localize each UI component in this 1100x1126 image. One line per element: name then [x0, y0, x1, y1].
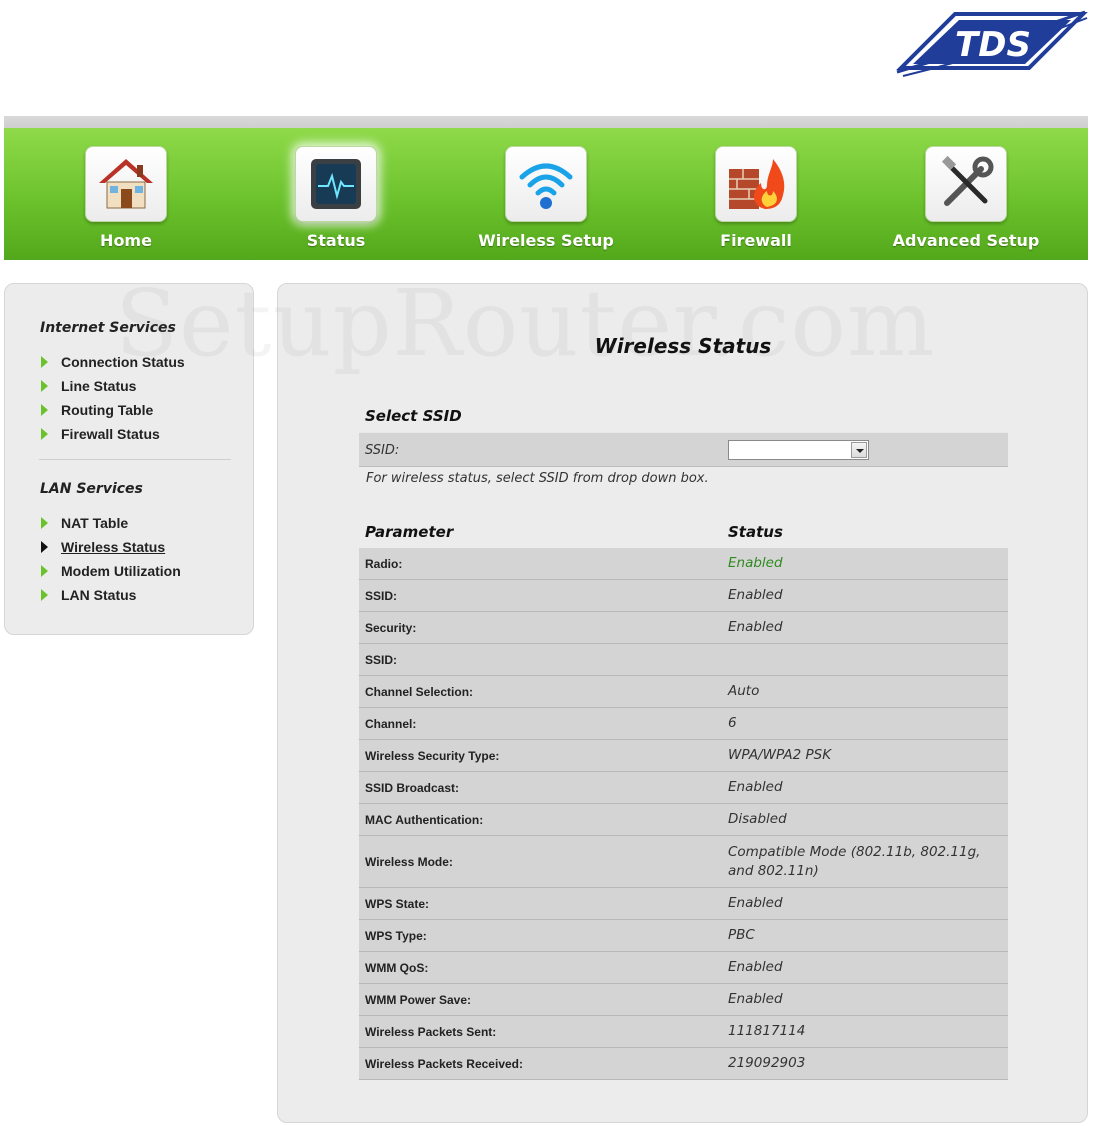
arrow-icon [41, 541, 48, 553]
param-value [722, 643, 1008, 676]
param-value: Enabled [722, 579, 1008, 612]
arrow-icon [41, 517, 48, 529]
table-row: Radio: Enabled [359, 547, 1008, 580]
sidebar-item-firewall-status[interactable]: Firewall Status [41, 422, 185, 446]
arrow-icon [41, 404, 48, 416]
ssid-hint: For wireless status, select SSID from dr… [366, 471, 709, 486]
sidebar-item-line-status[interactable]: Line Status [41, 374, 185, 398]
arrow-icon [41, 380, 48, 392]
sidebar-item-routing-table[interactable]: Routing Table [41, 398, 185, 422]
nav-firewall-label: Firewall [720, 231, 792, 250]
sidebar-divider [39, 459, 231, 460]
param-label: Wireless Packets Received: [359, 1047, 722, 1080]
logo-text: TDS [955, 25, 1031, 65]
param-value: Enabled [722, 983, 1008, 1016]
wifi-icon [505, 146, 587, 222]
param-label: SSID Broadcast: [359, 771, 722, 804]
table-row: Wireless Security Type: WPA/WPA2 PSK [359, 739, 1008, 772]
param-label: WMM Power Save: [359, 983, 722, 1016]
nav-wireless-setup[interactable]: Wireless Setup [456, 128, 636, 260]
ssid-label: SSID: [365, 443, 400, 458]
wireless-status-table: Radio: Enabled SSID: Enabled Security: Enab… [359, 547, 1008, 1080]
arrow-icon [41, 589, 48, 601]
param-value: Disabled [722, 803, 1008, 836]
nav-status[interactable]: Status [246, 128, 426, 260]
table-row: SSID: [359, 643, 1008, 676]
table-row: WPS Type: PBC [359, 919, 1008, 952]
param-value: Enabled [722, 951, 1008, 984]
navbar-top-strip [4, 116, 1088, 128]
param-label: SSID: [359, 579, 722, 612]
param-label: Channel Selection: [359, 675, 722, 708]
param-value: 6 [722, 707, 1008, 740]
table-row: Wireless Mode: Compatible Mode (802.11b, … [359, 835, 1008, 888]
tds-logo: TDS [895, 6, 1090, 91]
lan-services-list: NAT Table Wireless Status Modem Utilizat… [41, 511, 181, 607]
param-label: WMM QoS: [359, 951, 722, 984]
param-value: Enabled [722, 771, 1008, 804]
param-label: WPS Type: [359, 919, 722, 952]
table-row: Wireless Packets Sent: 111817114 [359, 1015, 1008, 1048]
param-label: WPS State: [359, 887, 722, 920]
watermark: SetupRouter.com [115, 270, 936, 377]
ssid-select-row: SSID: [359, 432, 1008, 467]
table-row: Wireless Packets Received: 219092903 [359, 1047, 1008, 1080]
nav-home[interactable]: Home [36, 128, 216, 260]
nav-status-label: Status [306, 231, 366, 250]
arrow-icon [41, 356, 48, 368]
table-row: SSID Broadcast: Enabled [359, 771, 1008, 804]
nav-advanced-setup-label: Advanced Setup [892, 231, 1040, 250]
table-row: Channel Selection: Auto [359, 675, 1008, 708]
param-label: Wireless Packets Sent: [359, 1015, 722, 1048]
home-icon [85, 146, 167, 222]
nav-home-label: Home [100, 231, 152, 250]
param-value: 219092903 [722, 1047, 1008, 1080]
ssid-dropdown[interactable] [728, 440, 869, 460]
table-row: Security: Enabled [359, 611, 1008, 644]
main-navbar: Home Status Wireless Setup Firewall Adva… [4, 128, 1088, 260]
param-label: Wireless Security Type: [359, 739, 722, 772]
nav-advanced-setup[interactable]: Advanced Setup [876, 128, 1056, 260]
nav-wireless-setup-label: Wireless Setup [478, 231, 614, 250]
param-label: SSID: [359, 643, 722, 676]
table-row: Channel: 6 [359, 707, 1008, 740]
arrow-icon [41, 565, 48, 577]
table-row: WMM QoS: Enabled [359, 951, 1008, 984]
param-label: Radio: [359, 547, 722, 580]
nav-firewall[interactable]: Firewall [666, 128, 846, 260]
table-row: MAC Authentication: Disabled [359, 803, 1008, 836]
parameter-column-header: Parameter [365, 523, 454, 541]
sidebar-item-modem-utilization[interactable]: Modem Utilization [41, 559, 181, 583]
main-panel: Wireless Status Select SSID SSID: For wi… [277, 283, 1088, 1123]
param-value: Auto [722, 675, 1008, 708]
status-monitor-icon [295, 146, 377, 222]
status-column-header: Status [728, 523, 783, 541]
table-row: SSID: Enabled [359, 579, 1008, 612]
param-label: MAC Authentication: [359, 803, 722, 836]
param-label: Security: [359, 611, 722, 644]
param-value: Enabled [722, 611, 1008, 644]
table-row: WPS State: Enabled [359, 887, 1008, 920]
chevron-down-icon[interactable] [851, 442, 867, 458]
param-value: WPA/WPA2 PSK [722, 739, 1008, 772]
sidebar-item-wireless-status[interactable]: Wireless Status [41, 535, 181, 559]
table-row: WMM Power Save: Enabled [359, 983, 1008, 1016]
tools-icon [925, 146, 1007, 222]
select-ssid-heading: Select SSID [365, 407, 462, 425]
param-label: Channel: [359, 707, 722, 740]
param-value: Enabled [722, 887, 1008, 920]
arrow-icon [41, 428, 48, 440]
lan-services-heading: LAN Services [40, 481, 143, 497]
firewall-icon [715, 146, 797, 222]
sidebar-item-lan-status[interactable]: LAN Status [41, 583, 181, 607]
param-value: 111817114 [722, 1015, 1008, 1048]
param-value: Compatible Mode (802.11b, 802.11g, and 8… [722, 835, 1008, 888]
param-value: Enabled [722, 547, 1008, 580]
param-value: PBC [722, 919, 1008, 952]
param-label: Wireless Mode: [359, 835, 722, 888]
sidebar-item-nat-table[interactable]: NAT Table [41, 511, 181, 535]
